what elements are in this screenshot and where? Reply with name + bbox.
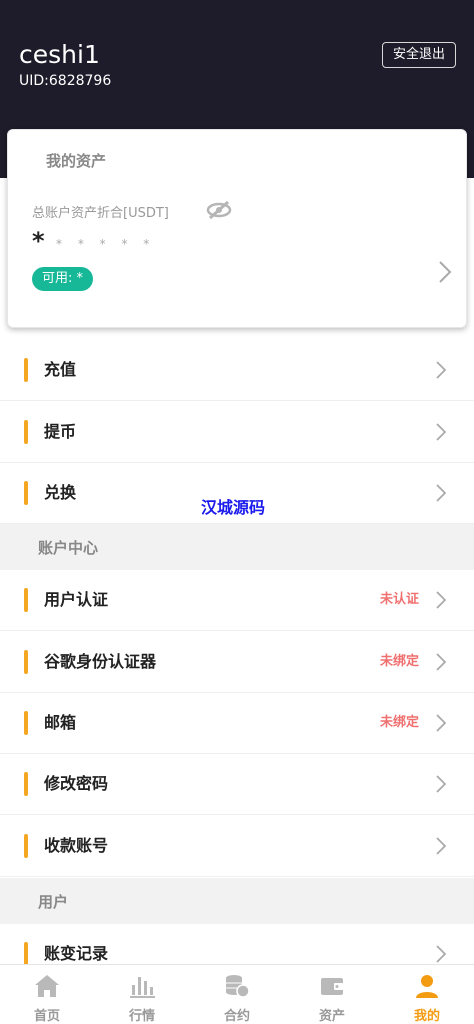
menu-item-label: 用户认证 (44, 590, 109, 609)
menu-item-label: 谷歌身份认证器 (44, 652, 157, 671)
total-assets-hidden: * * * * * (56, 237, 156, 251)
home-icon (35, 975, 59, 997)
accent-bar (24, 942, 28, 966)
eye-hidden-icon[interactable] (206, 198, 232, 222)
menu-item-google-auth[interactable]: 谷歌身份认证器 未绑定 (0, 632, 474, 693)
chevron-right-icon[interactable] (438, 260, 452, 284)
section-title: 账户中心 (38, 539, 99, 557)
menu-item-withdraw[interactable]: 提币 (0, 402, 474, 463)
menu-item-change-password[interactable]: 修改密码 (0, 754, 474, 815)
bar-chart-icon (130, 977, 155, 998)
accent-bar (24, 481, 28, 505)
status-badge: 未绑定 (379, 654, 419, 669)
menu-item-label: 充值 (44, 360, 77, 379)
menu-item-label: 兑换 (44, 483, 77, 502)
wallet-icon (321, 978, 343, 995)
accent-bar (24, 711, 28, 735)
tab-contract[interactable]: 合约 (190, 965, 284, 1024)
chevron-right-icon (436, 837, 446, 855)
tab-label: 行情 (128, 1009, 155, 1024)
accent-bar (24, 358, 28, 382)
tab-label: 资产 (318, 1009, 345, 1024)
section-header-account: 账户中心 (0, 524, 474, 570)
status-badge: 未绑定 (379, 715, 419, 730)
coins-icon (226, 975, 250, 998)
status-badge: 未认证 (379, 592, 419, 607)
menu-item-label: 修改密码 (44, 774, 109, 793)
chevron-right-icon (436, 775, 446, 793)
menu-item-label: 账变记录 (44, 944, 109, 963)
username: ceshi1 (19, 40, 100, 69)
assets-card[interactable]: 我的资产 总账户资产折合[USDT] * * * * * * 可用: * (7, 129, 467, 328)
section-header-user: 用户 (0, 878, 474, 924)
tab-label: 合约 (223, 1009, 250, 1024)
tab-label: 首页 (33, 1009, 60, 1024)
chevron-right-icon (436, 945, 446, 963)
menu-item-payment-account[interactable]: 收款账号 (0, 816, 474, 877)
tab-assets[interactable]: 资产 (285, 965, 379, 1024)
chevron-right-icon (436, 591, 446, 609)
available-badge: 可用: * (32, 267, 94, 291)
menu-item-label: 收款账号 (44, 836, 109, 855)
tab-mine[interactable]: 我的 (380, 965, 474, 1024)
accent-bar (24, 420, 28, 444)
user-icon (416, 975, 438, 998)
menu-item-verification[interactable]: 用户认证 未认证 (0, 570, 474, 631)
tab-label: 我的 (413, 1009, 440, 1024)
total-assets-label: 总账户资产折合[USDT] (32, 206, 169, 221)
bottom-tab-bar: 首页 行情 合约 资产 我的 (0, 964, 474, 1024)
menu-item-label: 提币 (44, 422, 77, 441)
accent-bar (24, 650, 28, 674)
tab-home[interactable]: 首页 (0, 965, 94, 1024)
section-title: 用户 (38, 893, 69, 911)
logout-button[interactable]: 安全退出 (381, 42, 456, 68)
user-uid: UID:6828796 (19, 73, 112, 89)
chevron-right-icon (436, 423, 446, 441)
accent-bar (24, 834, 28, 858)
menu-item-label: 邮箱 (44, 713, 77, 732)
chevron-right-icon (436, 714, 446, 732)
menu-item-email[interactable]: 邮箱 未绑定 (0, 693, 474, 754)
assets-card-title: 我的资产 (46, 152, 107, 170)
watermark-text: 汉城源码 (201, 498, 266, 517)
total-assets-value: * (32, 227, 45, 255)
chevron-right-icon (436, 653, 446, 671)
chevron-right-icon (436, 484, 446, 502)
tab-market[interactable]: 行情 (95, 965, 189, 1024)
accent-bar (24, 588, 28, 612)
accent-bar (24, 772, 28, 796)
menu-item-deposit[interactable]: 充值 (0, 340, 474, 401)
chevron-right-icon (436, 361, 446, 379)
